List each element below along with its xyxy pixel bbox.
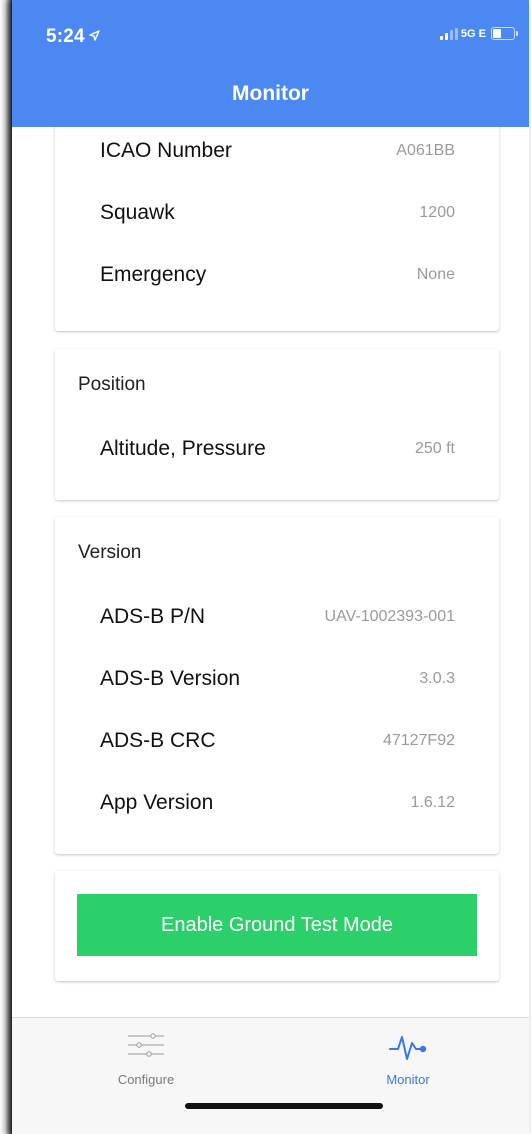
tab-bar: Configure Monitor bbox=[12, 1017, 529, 1134]
location-arrow-icon bbox=[89, 25, 100, 47]
adsb-crc-label: ADS-B CRC bbox=[100, 729, 216, 752]
tab-configure-label: Configure bbox=[117, 1072, 175, 1087]
emergency-value: None bbox=[416, 266, 455, 283]
device-frame-edge bbox=[0, 0, 12, 1134]
sliders-icon bbox=[127, 1032, 165, 1063]
altitude-label: Altitude, Pressure bbox=[100, 437, 266, 460]
icao-label: ICAO Number bbox=[100, 139, 232, 162]
cellular-signal-icon bbox=[439, 27, 458, 40]
network-type-label: 5G E bbox=[460, 27, 486, 40]
app-version-value: 1.6.12 bbox=[410, 794, 455, 811]
tab-monitor-label: Monitor bbox=[386, 1072, 430, 1087]
info-row-icao: ICAO Number A061BB bbox=[55, 139, 499, 169]
app-window: 5:24 5G E Monitor ICAO Number A061BB Squ… bbox=[12, 0, 529, 1134]
screen: 5:24 5G E Monitor ICAO Number A061BB Squ… bbox=[0, 0, 531, 1134]
tab-configure[interactable]: Configure bbox=[56, 1018, 236, 1098]
page-title: Monitor bbox=[232, 82, 309, 105]
pulse-icon bbox=[388, 1032, 428, 1067]
squawk-value: 1200 bbox=[419, 204, 455, 221]
altitude-value: 250 ft bbox=[414, 440, 455, 457]
info-row-adsb-version: ADS-B Version 3.0.3 bbox=[55, 667, 499, 697]
adsb-pn-label: ADS-B P/N bbox=[100, 605, 206, 628]
adsb-pn-value: UAV-1002393-001 bbox=[324, 608, 455, 625]
enable-ground-test-button[interactable]: Enable Ground Test Mode bbox=[77, 894, 477, 956]
version-card-title: Version bbox=[78, 542, 142, 563]
info-row-altitude: Altitude, Pressure 250 ft bbox=[55, 437, 499, 467]
info-row-squawk: Squawk 1200 bbox=[55, 201, 499, 231]
info-row-emergency: Emergency None bbox=[55, 263, 499, 293]
ground-test-card: Enable Ground Test Mode bbox=[55, 871, 499, 981]
info-row-app-version: App Version 1.6.12 bbox=[55, 791, 499, 821]
monitor-content[interactable]: ICAO Number A061BB Squawk 1200 Emergency… bbox=[12, 127, 529, 1017]
adsb-crc-value: 47127F92 bbox=[382, 732, 455, 749]
tab-monitor[interactable]: Monitor bbox=[318, 1018, 498, 1098]
info-row-adsb-pn: ADS-B P/N UAV-1002393-001 bbox=[55, 605, 499, 635]
status-indicators: 5G E bbox=[439, 27, 518, 40]
adsb-version-label: ADS-B Version bbox=[100, 667, 241, 690]
home-indicator[interactable] bbox=[185, 1103, 383, 1109]
adsb-version-value: 3.0.3 bbox=[419, 670, 455, 687]
battery-icon bbox=[491, 27, 518, 40]
app-version-label: App Version bbox=[100, 791, 214, 814]
icao-value: A061BB bbox=[396, 142, 455, 159]
status-time-label: 5:24 bbox=[46, 26, 85, 47]
squawk-label: Squawk bbox=[100, 201, 175, 224]
position-card: Position Altitude, Pressure 250 ft bbox=[55, 349, 499, 500]
emergency-label: Emergency bbox=[100, 263, 207, 286]
nav-header: 5:24 5G E Monitor bbox=[12, 0, 529, 127]
position-card-title: Position bbox=[78, 374, 146, 395]
transponder-card: ICAO Number A061BB Squawk 1200 Emergency… bbox=[55, 127, 499, 331]
version-card: Version ADS-B P/N UAV-1002393-001 ADS-B … bbox=[55, 517, 499, 854]
info-row-adsb-crc: ADS-B CRC 47127F92 bbox=[55, 729, 499, 759]
status-time: 5:24 bbox=[46, 25, 100, 48]
